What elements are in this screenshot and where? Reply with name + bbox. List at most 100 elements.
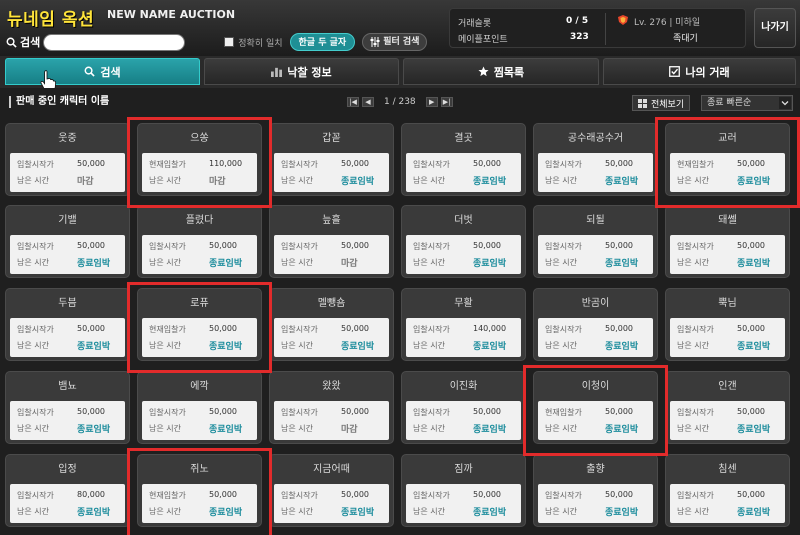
auction-card[interactable]: 기밸 입찰시작가 50,000 남은 시간 종료임박 (5, 205, 130, 278)
tab-wishlist-label: 찜목록 (493, 65, 525, 79)
auction-card[interactable]: 더벗 입찰시작가 50,000 남은 시간 종료임박 (401, 205, 526, 278)
list-title: 판매 중인 캐릭터 이름 (9, 96, 109, 108)
auction-card[interactable]: 웃중 입찰시작가 50,000 남은 시간 마감 (5, 123, 130, 196)
auction-card[interactable]: 뿍님 입찰시작가 50,000 남은 시간 종료임박 (665, 288, 790, 361)
card-character-name: 에깍 (190, 381, 209, 392)
auction-card[interactable]: 결곳 입찰시작가 50,000 남은 시간 종료임박 (401, 123, 526, 196)
card-details: 입찰시작가 50,000 남은 시간 종료임박 (538, 318, 653, 357)
auction-card[interactable]: 뱀뇨 입찰시작가 50,000 남은 시간 종료임박 (5, 371, 130, 444)
card-price-label: 입찰시작가 (545, 491, 582, 500)
card-time-label: 남은 시간 (149, 176, 181, 185)
auction-card[interactable]: 멜뺑숌 입찰시작가 50,000 남은 시간 종료임박 (269, 288, 394, 361)
auction-card[interactable]: 돼쎌 입찰시작가 50,000 남은 시간 종료임박 (665, 205, 790, 278)
prev-page-button[interactable]: ◀ (362, 97, 374, 107)
card-character-name: 결곳 (454, 133, 473, 144)
card-price-label: 입찰시작가 (281, 325, 318, 334)
auction-card[interactable]: 늪흘 입찰시작가 50,000 남은 시간 마감 (269, 205, 394, 278)
card-price-label: 입찰시작가 (17, 242, 54, 251)
exact-match-checkbox[interactable] (224, 37, 235, 47)
last-page-button[interactable]: ▶| (440, 97, 453, 107)
auction-card[interactable]: 이청이 현재입찰가 50,000 남은 시간 종료임박 (533, 371, 658, 444)
card-character-name: 으쏭 (190, 133, 209, 144)
auction-card[interactable]: 침센 입찰시작가 50,000 남은 시간 종료임박 (665, 454, 790, 527)
card-time-status: 종료임박 (77, 342, 111, 352)
auction-card[interactable]: 에깍 입찰시작가 50,000 남은 시간 종료임박 (137, 371, 262, 444)
card-details: 현재입찰가 110,000 남은 시간 마감 (142, 153, 257, 192)
first-page-button[interactable]: |◀ (347, 97, 359, 107)
auction-card[interactable]: 입정 입찰시작가 80,000 남은 시간 종료임박 (5, 454, 130, 527)
card-time-status: 종료임박 (77, 259, 111, 269)
auction-card[interactable]: 공수래공수거 입찰시작가 50,000 남은 시간 종료임박 (533, 123, 658, 196)
search-input[interactable] (43, 33, 186, 51)
card-time-status: 종료임박 (473, 177, 507, 187)
card-details: 입찰시작가 50,000 남은 시간 마감 (10, 153, 125, 192)
card-character-name: 뱀뇨 (58, 381, 77, 392)
auction-card[interactable]: 왔왔 입찰시작가 50,000 남은 시간 마감 (269, 371, 394, 444)
auction-card[interactable]: 지금어때 입찰시작가 50,000 남은 시간 종료임박 (269, 454, 394, 527)
card-price-value: 50,000 (605, 490, 633, 499)
card-price-value: 50,000 (77, 407, 105, 416)
filter-search-button[interactable]: 필터 검색 (362, 33, 428, 51)
star-icon (478, 66, 489, 77)
auction-card[interactable]: 인갠 입찰시작가 50,000 남은 시간 종료임박 (665, 371, 790, 444)
auction-card[interactable]: 쥐노 현재입찰가 50,000 남은 시간 종료임박 (137, 454, 262, 527)
card-time-label: 남은 시간 (545, 507, 577, 516)
auction-card[interactable]: 교러 현재입찰가 50,000 남은 시간 종료임박 (665, 123, 790, 196)
auction-card[interactable]: 두븜 입찰시작가 50,000 남은 시간 종료임박 (5, 288, 130, 361)
search-label: 검색 (20, 36, 41, 49)
card-price-value: 50,000 (737, 324, 765, 333)
card-time-status: 종료임박 (209, 259, 243, 269)
auction-card[interactable]: 로퓨 현재입찰가 50,000 남은 시간 종료임박 (137, 288, 262, 361)
card-details: 현재입찰가 50,000 남은 시간 종료임박 (538, 401, 653, 440)
card-details: 현재입찰가 50,000 남은 시간 종료임박 (142, 484, 257, 523)
hangul-two-letter-button[interactable]: 한글 두 글자 (289, 33, 356, 51)
auction-card[interactable]: 플렸다 입찰시작가 50,000 남은 시간 종료임박 (137, 205, 262, 278)
auction-card[interactable]: 이진화 입찰시작가 50,000 남은 시간 종료임박 (401, 371, 526, 444)
sort-dropdown[interactable]: 종료 빠른순 (701, 95, 793, 111)
card-price-label: 입찰시작가 (545, 242, 582, 251)
tab-my-trades[interactable]: 나의 거래 (603, 58, 796, 85)
card-character-name: 플렸다 (185, 215, 214, 226)
tab-search-label: 검색 (100, 65, 121, 79)
card-time-label: 남은 시간 (545, 176, 577, 185)
card-time-status: 종료임박 (77, 508, 111, 518)
card-details: 입찰시작가 50,000 남은 시간 종료임박 (670, 401, 785, 440)
card-details: 입찰시작가 50,000 남은 시간 종료임박 (538, 235, 653, 274)
card-price-label: 입찰시작가 (281, 491, 318, 500)
card-details: 입찰시작가 50,000 남은 시간 종료임박 (10, 401, 125, 440)
card-price-value: 50,000 (209, 490, 237, 499)
card-price-label: 현재입찰가 (149, 160, 186, 169)
card-details: 입찰시작가 50,000 남은 시간 종료임박 (538, 484, 653, 523)
card-character-name: 출향 (586, 464, 605, 475)
tab-winning-info[interactable]: 낙찰 정보 (204, 58, 399, 85)
auction-card[interactable]: 되될 입찰시작가 50,000 남은 시간 종료임박 (533, 205, 658, 278)
card-time-status: 종료임박 (341, 508, 375, 518)
tab-search[interactable]: 검색 (5, 58, 200, 85)
tab-wishlist[interactable]: 찜목록 (403, 58, 599, 85)
card-character-name: 늪흘 (322, 215, 341, 226)
card-time-status: 마감 (209, 177, 226, 187)
card-time-label: 남은 시간 (17, 258, 49, 267)
card-time-label: 남은 시간 (149, 258, 181, 267)
card-details: 입찰시작가 50,000 남은 시간 종료임박 (274, 153, 389, 192)
auction-card[interactable]: 갑꼳 입찰시작가 50,000 남은 시간 종료임박 (269, 123, 394, 196)
auction-card[interactable]: 무활 입찰시작가 140,000 남은 시간 종료임박 (401, 288, 526, 361)
card-details: 입찰시작가 50,000 남은 시간 종료임박 (670, 318, 785, 357)
card-price-value: 50,000 (473, 490, 501, 499)
card-details: 입찰시작가 50,000 남은 시간 종료임박 (142, 235, 257, 274)
app-subtitle: NEW NAME AUCTION (107, 8, 236, 21)
card-price-value: 50,000 (605, 407, 633, 416)
card-price-value: 50,000 (473, 159, 501, 168)
auction-card[interactable]: 으쏭 현재입찰가 110,000 남은 시간 마감 (137, 123, 262, 196)
auction-card[interactable]: 짐까 입찰시작가 50,000 남은 시간 종료임박 (401, 454, 526, 527)
card-price-label: 입찰시작가 (17, 408, 54, 417)
card-price-label: 입찰시작가 (17, 491, 54, 500)
exit-button[interactable]: 나가기 (754, 8, 796, 48)
auction-card[interactable]: 출향 입찰시작가 50,000 남은 시간 종료임박 (533, 454, 658, 527)
card-time-label: 남은 시간 (413, 424, 445, 433)
next-page-button[interactable]: ▶ (425, 97, 438, 107)
view-all-button[interactable]: 전체보기 (632, 95, 691, 111)
auction-card[interactable]: 반곰이 입찰시작가 50,000 남은 시간 종료임박 (533, 288, 658, 361)
card-character-name: 침센 (718, 464, 737, 475)
card-time-label: 남은 시간 (17, 507, 49, 516)
